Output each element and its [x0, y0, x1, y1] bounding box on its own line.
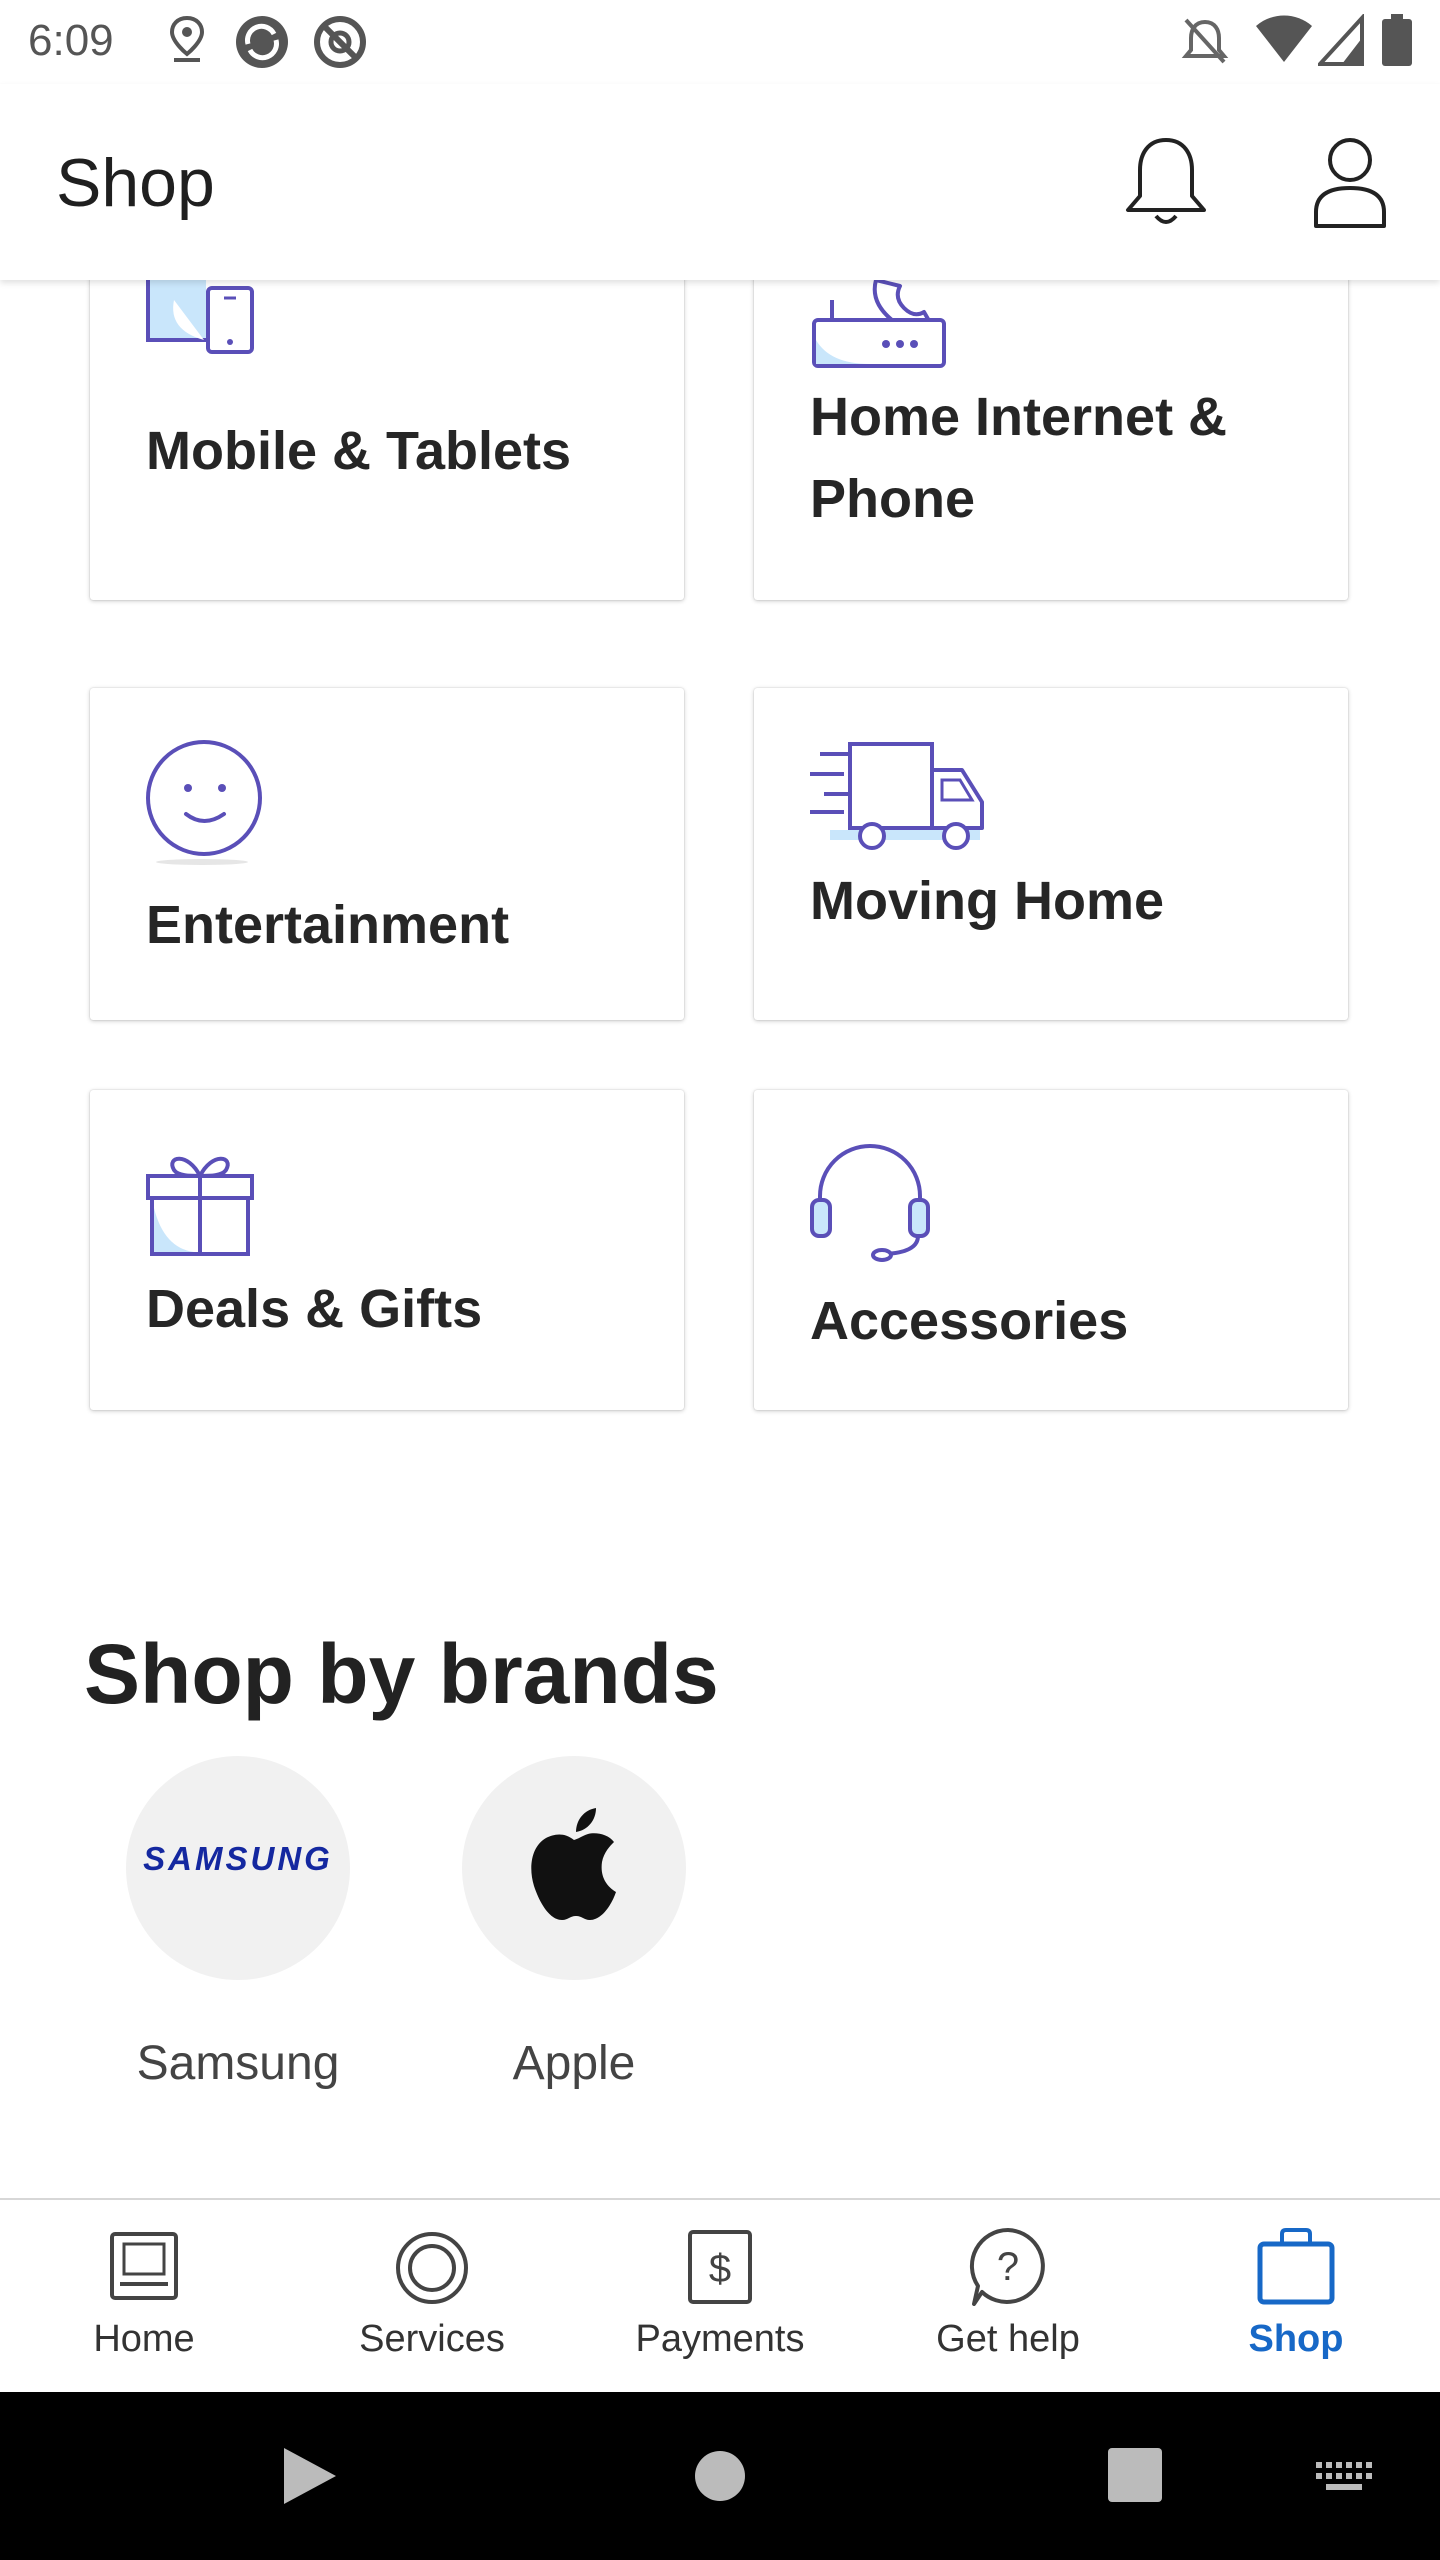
category-label: Entertainment [146, 895, 510, 955]
home-laptop-icon [110, 2232, 178, 2300]
gift-icon [146, 1156, 254, 1256]
category-card-moving-home[interactable]: Moving Home [754, 688, 1348, 1020]
category-label: Moving Home [810, 871, 1165, 931]
nav-label: Home [93, 2318, 195, 2360]
keyboard-icon[interactable] [1316, 2462, 1372, 2492]
help-question-icon: ? [969, 2227, 1045, 2306]
category-label: Mobile & Tablets [146, 421, 572, 481]
category-card-home-internet-phone[interactable]: Home Internet & Phone [754, 280, 1348, 600]
location-icon [169, 15, 205, 62]
brand-name-apple[interactable]: Apple [414, 2036, 734, 2091]
battery-icon [1382, 14, 1412, 66]
sync-app-icon [236, 16, 288, 68]
notifications-off-icon [1181, 18, 1229, 64]
category-card-mobile-tablets[interactable]: Mobile & Tablets [90, 280, 684, 600]
status-bar: 6:09 [0, 0, 1440, 84]
smiley-icon [146, 740, 262, 865]
recents-icon[interactable] [1108, 2448, 1162, 2502]
category-card-entertainment[interactable]: Entertainment [90, 688, 684, 1020]
svg-text:?: ? [997, 2245, 1019, 2289]
payments-dollar-icon: $ [688, 2230, 752, 2304]
nav-label: Get help [936, 2318, 1080, 2360]
nav-item-shop[interactable]: Shop [1152, 2200, 1440, 2394]
router-phone-icon [812, 280, 946, 368]
shopping-bag-icon [1257, 2228, 1335, 2305]
bell-icon[interactable] [1120, 134, 1212, 230]
category-label: Accessories [810, 1291, 1129, 1351]
nav-label: Shop [1248, 2318, 1344, 2360]
page-title: Shop [56, 145, 215, 221]
brand-logo-apple[interactable] [462, 1756, 686, 1980]
nav-item-home[interactable]: Home [0, 2200, 288, 2394]
nav-item-get-help[interactable]: ? Get help [864, 2200, 1152, 2394]
shop-content[interactable]: Mobile & Tablets Home Internet & Phone E… [0, 280, 1440, 2198]
category-label: Deals & Gifts [146, 1279, 483, 1339]
back-icon[interactable] [280, 2444, 340, 2508]
nav-item-services[interactable]: Services [288, 2200, 576, 2394]
section-title-brands: Shop by brands [84, 1627, 719, 1721]
moving-truck-icon [810, 742, 984, 850]
nav-label: Services [359, 2318, 505, 2360]
wifi-icon [1256, 15, 1312, 62]
nav-item-payments[interactable]: $ Payments [576, 2200, 864, 2394]
samsung-logo-text: SAMSUNG [143, 1840, 333, 1877]
app-header: Shop [0, 84, 1440, 280]
profile-icon[interactable] [1310, 134, 1390, 230]
category-label: Home Internet & Phone [810, 387, 1228, 529]
blocked-app-icon [314, 16, 366, 68]
cell-signal-icon [1318, 14, 1364, 66]
svg-text:$: $ [709, 2247, 731, 2291]
status-time: 6:09 [28, 16, 114, 65]
category-card-accessories[interactable]: Accessories [754, 1090, 1348, 1410]
category-card-deals-gifts[interactable]: Deals & Gifts [90, 1090, 684, 1410]
bottom-navigation: Home Services $ Payments ? Get help Shop [0, 2198, 1440, 2394]
system-navigation-bar [0, 2392, 1440, 2560]
apple-logo-icon [531, 1808, 616, 1920]
services-ring-icon [396, 2232, 468, 2304]
nav-label: Payments [635, 2318, 805, 2360]
brand-name-samsung[interactable]: Samsung [78, 2036, 398, 2091]
brand-logo-samsung[interactable]: SAMSUNG [126, 1756, 350, 1980]
home-button-icon[interactable] [694, 2450, 746, 2502]
mobile-tablet-icon [146, 280, 254, 354]
headset-icon [810, 1144, 930, 1262]
